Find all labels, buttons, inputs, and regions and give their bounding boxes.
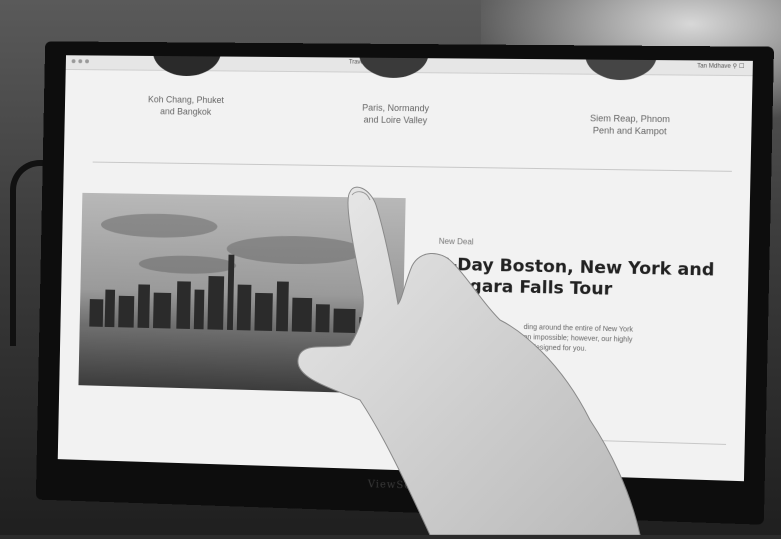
building (291, 297, 313, 334)
deal-label: New Deal (438, 236, 474, 247)
building (254, 292, 273, 333)
building (333, 308, 356, 335)
destination-card-1[interactable]: Koh Chang, Phuket and Bangkok (118, 93, 255, 118)
building (89, 299, 104, 329)
section-divider (92, 161, 732, 172)
portable-monitor: Travel website Tan Mdhave ⚲ ☐ Koh Chang,… (35, 41, 775, 525)
building (152, 292, 172, 331)
user-menu[interactable]: Tan Mdhave ⚲ ☐ (697, 62, 745, 70)
destination-card-3[interactable]: Siem Reap, Phnom Penh and Kampot (558, 112, 702, 138)
deal-description: ding around the entire of New York on im… (523, 323, 728, 358)
building (275, 281, 289, 334)
cloud-shape (100, 212, 218, 239)
destination-name-line: and Loire Valley (363, 114, 428, 126)
river-water (78, 326, 403, 395)
building (118, 295, 135, 330)
deal-photo-nyc-skyline[interactable] (78, 192, 406, 395)
building (236, 284, 252, 333)
destination-name-line: and Bangkok (160, 106, 212, 117)
building (104, 289, 116, 330)
city-skyline (80, 250, 405, 336)
monitor-screen: Travel website Tan Mdhave ⚲ ☐ Koh Chang,… (57, 55, 753, 482)
building (176, 281, 191, 331)
destination-image-1[interactable] (152, 55, 222, 77)
building (207, 276, 225, 332)
destination-image-3[interactable] (584, 55, 658, 81)
close-dot-icon[interactable] (71, 59, 76, 64)
building (137, 284, 151, 330)
destination-card-2[interactable]: Paris, Normandy and Loire Valley (326, 101, 466, 127)
section-divider (410, 434, 727, 445)
deal-title[interactable]: 6-Day Boston, New York and Niagara Falls… (438, 255, 735, 304)
tower-spire (226, 254, 235, 333)
monitor-brand-logo: ViewSonic (367, 479, 430, 493)
building (193, 289, 205, 332)
building (315, 304, 330, 335)
destination-name-line: Penh and Kampot (592, 125, 667, 137)
minimize-dot-icon[interactable] (78, 59, 83, 64)
destination-image-2[interactable] (358, 55, 430, 79)
window-controls[interactable] (71, 59, 89, 64)
maximize-dot-icon[interactable] (85, 59, 89, 64)
